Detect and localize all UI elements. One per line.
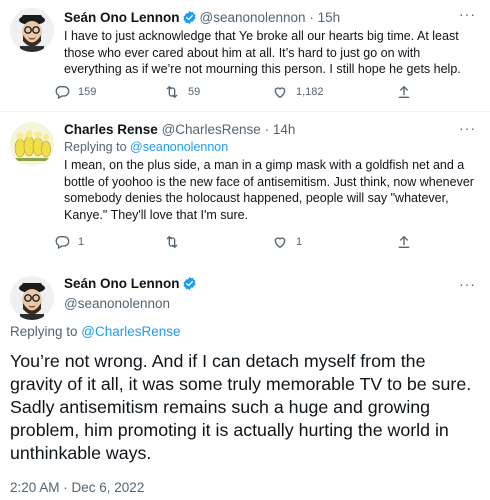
reply-icon [55, 236, 70, 250]
verified-badge-icon [182, 10, 197, 28]
author-handle[interactable]: @seanonolennon [200, 10, 306, 25]
heart-icon [274, 87, 286, 99]
share-button[interactable] [396, 84, 412, 100]
tweet-actions: 1 1 [54, 234, 434, 256]
reply-count: 159 [78, 86, 97, 98]
replying-to: Replying to @seanonolennon [64, 140, 228, 154]
reply-count: 1 [78, 236, 85, 248]
share-icon [398, 86, 410, 98]
replying-to-link[interactable]: @seanonolennon [130, 140, 228, 154]
avatar[interactable] [10, 276, 54, 320]
heart-icon [274, 237, 286, 249]
tweet-header: Charles Rense @CharlesRense · 14h [64, 122, 476, 140]
tweet-text: I have to just acknowledge that Ye broke… [64, 29, 461, 76]
reply-button[interactable]: 1 [54, 234, 84, 250]
author-name[interactable]: Seán Ono Lennon [64, 10, 180, 25]
separator-dot: · [309, 10, 314, 25]
replying-to: Replying to @CharlesRense [10, 324, 181, 339]
retweet-icon [166, 236, 178, 248]
author-handle[interactable]: @CharlesRense [162, 122, 261, 137]
retweet-icon [166, 86, 178, 98]
like-button[interactable]: 1,182 [272, 84, 324, 100]
share-icon [398, 236, 410, 248]
avatar[interactable] [10, 122, 54, 166]
separator-dot: · [264, 122, 270, 137]
tweet-time[interactable]: 14h [273, 122, 296, 137]
tweet-timestamp[interactable]: 2:20 AM · Dec 6, 2022 [10, 480, 144, 495]
retweet-button[interactable]: 59 [164, 84, 200, 100]
author-name[interactable]: Charles Rense [64, 122, 158, 137]
tweet[interactable]: Seán Ono Lennon @seanonolennon · 15h ··· … [0, 0, 490, 110]
more-icon[interactable]: ··· [459, 6, 476, 22]
replying-to-link[interactable]: @CharlesRense [81, 324, 180, 339]
main-tweet-text: You’re not wrong. And if I can detach my… [10, 351, 472, 463]
tweet-header: Seán Ono Lennon @seanonolennon · 15h [64, 10, 476, 28]
retweet-count: 59 [188, 86, 201, 98]
author-handle[interactable]: @seanonolennon [64, 296, 170, 311]
more-icon[interactable]: ··· [459, 276, 476, 292]
retweet-button[interactable] [164, 234, 188, 250]
tweet-text: I mean, on the plus side, a man in a gim… [64, 158, 474, 222]
reply-button[interactable]: 159 [54, 84, 96, 100]
verified-badge-icon [182, 276, 197, 294]
main-tweet-header: Seán Ono Lennon @seanonolennon ··· [0, 268, 490, 328]
like-count: 1 [296, 236, 303, 248]
like-count: 1,182 [296, 86, 324, 98]
replying-prefix: Replying to [10, 324, 82, 339]
share-button[interactable] [396, 234, 412, 250]
tweet-actions: 159 59 1,182 [54, 84, 434, 106]
tweet-time[interactable]: 15h [318, 10, 341, 25]
replying-prefix: Replying to [64, 140, 131, 154]
author-name[interactable]: Seán Ono Lennon [64, 276, 200, 294]
tweet[interactable]: Charles Rense @CharlesRense · 14h ··· Re… [0, 112, 490, 260]
like-button[interactable]: 1 [272, 234, 302, 250]
avatar[interactable] [10, 8, 54, 52]
more-icon[interactable]: ··· [459, 120, 476, 136]
author-name-text[interactable]: Seán Ono Lennon [64, 276, 180, 291]
reply-icon [55, 86, 70, 100]
